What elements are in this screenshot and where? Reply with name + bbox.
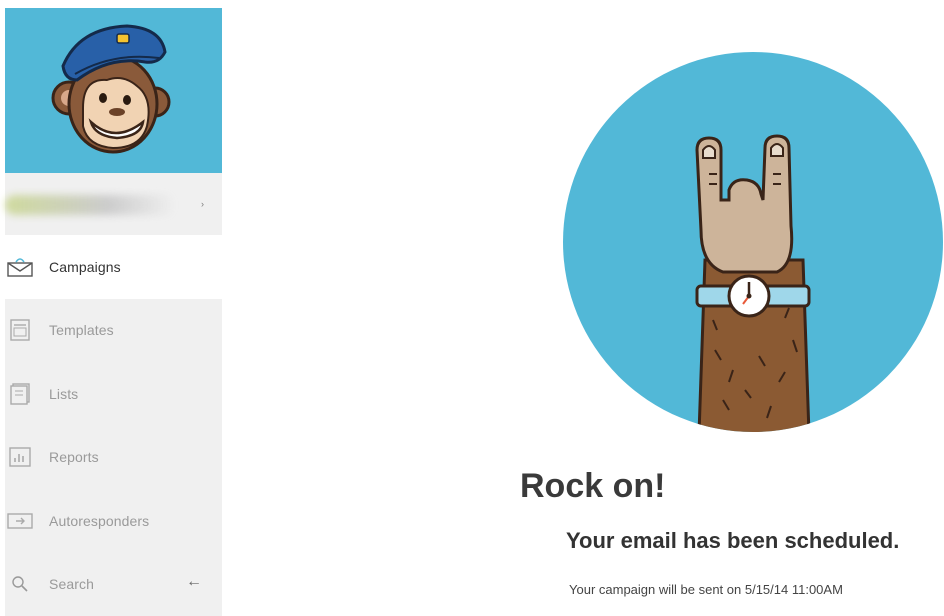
sidebar-item-label: Autoresponders [49,513,149,529]
freddie-logo [49,16,179,166]
sidebar-item-label: Reports [49,449,99,465]
sidebar-item-reports[interactable]: Reports [5,426,222,490]
confirmation-title: Rock on! [520,467,665,506]
sidebar-item-campaigns[interactable]: Campaigns [5,235,222,299]
logo-area[interactable] [5,8,222,173]
account-caret-icon: › [201,199,204,209]
confirmation-subtitle: Your email has been scheduled. [566,528,899,554]
envelope-icon [7,256,33,278]
account-switcher[interactable]: › [5,173,222,235]
sidebar-item-templates[interactable]: Templates [5,299,222,363]
rock-on-hand-illustration [563,50,943,434]
search-icon [7,573,33,595]
main-content [222,0,944,602]
sidebar-item-label: Search [49,576,94,592]
sidebar-item-lists[interactable]: Lists [5,362,222,426]
template-icon [7,319,33,341]
bar-chart-icon [7,446,33,468]
sidebar-nav: Campaigns Templates Lists [5,235,222,616]
account-name-blurred [5,195,175,215]
list-icon [7,383,33,405]
collapse-sidebar-icon[interactable]: ← [186,573,202,591]
sidebar-item-autoresponders[interactable]: Autoresponders [5,489,222,553]
sidebar-item-label: Lists [49,386,78,402]
autoresponder-icon [7,510,33,532]
sidebar-item-label: Templates [49,322,114,338]
sidebar-item-search[interactable]: Search ← [5,553,222,616]
schedule-detail: Your campaign will be sent on 5/15/14 11… [569,582,843,597]
sidebar-item-label: Campaigns [49,259,121,275]
sidebar: › Campaigns Templates [5,8,222,602]
